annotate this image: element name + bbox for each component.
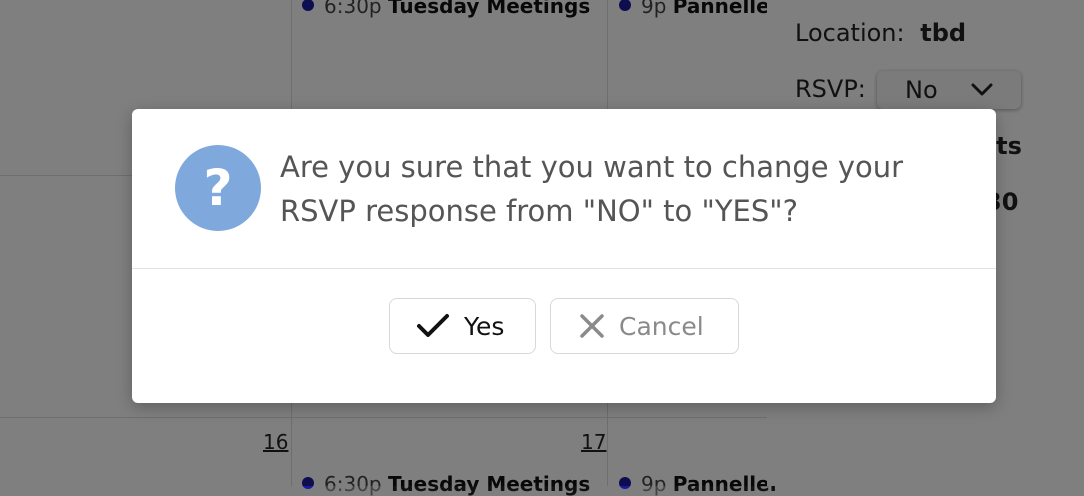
rsvp-confirm-dialog: ? Are you sure that you want to change y… xyxy=(132,109,996,403)
question-icon: ? xyxy=(175,145,261,231)
yes-button-label: Yes xyxy=(464,311,505,341)
cancel-button-label: Cancel xyxy=(619,311,704,341)
dialog-message: Are you sure that you want to change you… xyxy=(280,150,904,228)
cancel-button[interactable]: Cancel xyxy=(550,298,739,354)
close-icon xyxy=(580,314,604,338)
yes-button[interactable]: Yes xyxy=(389,298,536,354)
checkmark-icon xyxy=(417,314,449,337)
dialog-body: ? Are you sure that you want to change y… xyxy=(132,109,996,269)
